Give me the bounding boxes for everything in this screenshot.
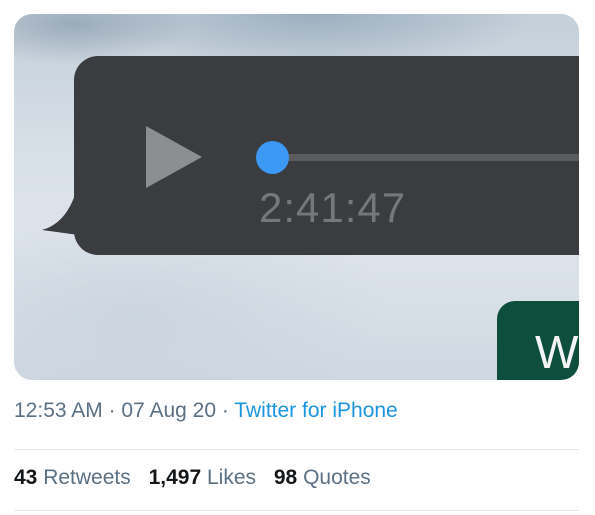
tweet-media-image[interactable]: 2:41:47 W [14,14,579,380]
play-icon[interactable] [144,124,204,190]
tweet-source-link[interactable]: Twitter for iPhone [234,399,397,422]
quotes-count: 98 [273,466,298,489]
tweet-stats: 43 Retweets 1,497 Likes 98 Quotes [14,466,383,490]
tweet-date[interactable]: 07 Aug 20 [121,399,216,422]
audio-progress-knob[interactable] [256,141,289,174]
voice-message-bubble: 2:41:47 [74,56,579,255]
meta-separator: · [108,399,116,422]
audio-progress-track[interactable] [274,154,579,161]
meta-separator: · [221,399,229,422]
likes-count: 1,497 [148,466,202,489]
retweets-stat[interactable]: 43 Retweets [14,466,131,490]
retweets-count: 43 [14,466,38,489]
quotes-stat[interactable]: 98 Quotes [274,466,371,490]
tweet-meta: 12:53 AM · 07 Aug 20 · Twitter for iPhon… [14,399,398,423]
audio-duration: 2:41:47 [259,184,407,231]
partial-message-text: W [535,326,579,378]
divider [14,449,579,450]
partial-message-bubble: W [497,301,579,380]
bubble-tail [42,192,86,236]
retweets-label: Retweets [43,466,131,489]
likes-label: Likes [207,466,257,489]
quotes-label: Quotes [303,466,371,489]
likes-stat[interactable]: 1,497 Likes [149,466,256,490]
divider [14,510,579,511]
tweet-time[interactable]: 12:53 AM [14,399,103,422]
